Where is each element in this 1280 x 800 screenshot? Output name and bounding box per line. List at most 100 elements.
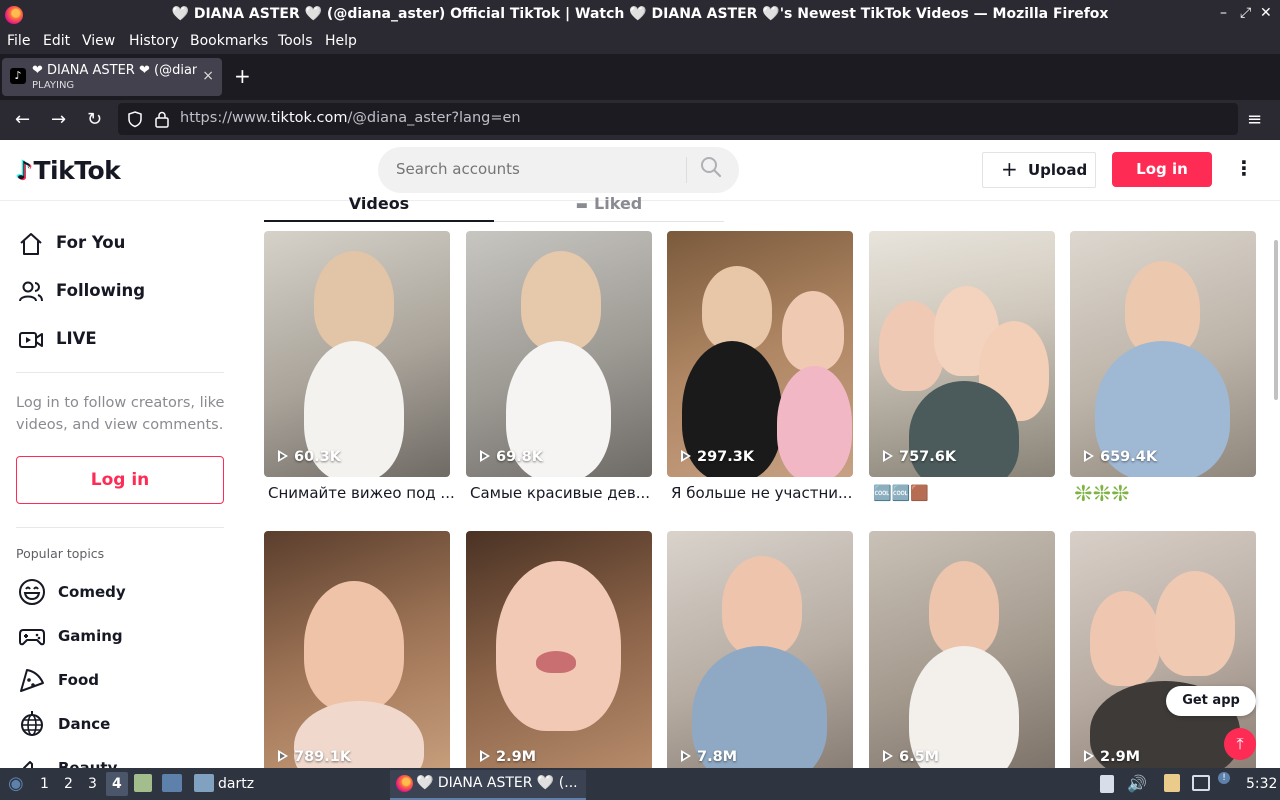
video-card[interactable]: 757.6K	[869, 231, 1055, 477]
maximize-button[interactable]: ⤢	[1240, 5, 1251, 21]
video-card[interactable]: 297.3K	[667, 231, 853, 477]
page-scrollbar[interactable]	[1274, 240, 1278, 400]
gamepad-icon	[19, 629, 45, 646]
tiktok-note-icon: ♪	[16, 156, 32, 185]
video-thumbnail	[722, 556, 802, 656]
video-card[interactable]: 69.8K	[466, 231, 652, 477]
tiktok-favicon-icon: ♪	[10, 68, 26, 84]
video-caption[interactable]: Снимайте вижео под ...	[268, 484, 454, 502]
play-icon	[883, 750, 893, 762]
plus-icon: +	[1001, 157, 1018, 181]
folder-icon	[194, 774, 214, 792]
video-thumbnail	[929, 561, 999, 656]
shield-icon[interactable]	[126, 110, 144, 128]
more-options-icon[interactable]: ⋮	[1234, 156, 1254, 180]
video-card[interactable]: 60.3K	[264, 231, 450, 477]
hamburger-menu-icon[interactable]: ≡	[1247, 109, 1262, 130]
video-card[interactable]: 6.5M	[869, 531, 1055, 777]
search-divider	[686, 157, 687, 183]
workspace-2[interactable]: 2	[64, 776, 73, 792]
get-app-button[interactable]: Get app	[1166, 686, 1256, 716]
header-login-button[interactable]: Log in	[1112, 152, 1212, 187]
video-thumbnail	[702, 266, 772, 351]
sidebar-item-label: LIVE	[56, 329, 97, 348]
notes-icon[interactable]	[1164, 774, 1180, 792]
back-icon[interactable]: ←	[15, 109, 30, 130]
video-card[interactable]: 2.9M	[466, 531, 652, 777]
tiktok-logo[interactable]: ♪TikTok	[16, 156, 121, 185]
video-thumbnail	[536, 651, 576, 673]
play-icon	[681, 450, 691, 462]
clock: 5:32	[1246, 776, 1278, 792]
close-window-button[interactable]: ✕	[1260, 5, 1272, 21]
menu-bookmarks[interactable]: Bookmarks	[190, 33, 268, 49]
video-card[interactable]: 789.1K	[264, 531, 450, 777]
search-input[interactable]	[394, 159, 678, 179]
menu-bar: File Edit View History Bookmarks Tools H…	[0, 30, 1280, 54]
menu-help[interactable]: Help	[325, 33, 357, 49]
video-caption[interactable]: Я больше не участни...	[671, 484, 857, 502]
url-text[interactable]: https://www.tiktok.com/@diana_aster?lang…	[180, 110, 521, 126]
window-titlebar: 🤍 DIANA ASTER 🤍 (@diana_aster) Official …	[0, 0, 1280, 30]
file-manager-icon[interactable]	[134, 774, 152, 792]
workspace-1[interactable]: 1	[40, 776, 49, 792]
view-count: 789.1K	[278, 749, 351, 765]
tab-strip: ♪ ❤ DIANA ASTER ❤ (@diana_aster) PLAYING…	[0, 54, 1280, 100]
minimize-button[interactable]: –	[1220, 5, 1227, 21]
forward-icon[interactable]: →	[51, 109, 66, 130]
upload-button[interactable]: + Upload	[982, 152, 1096, 188]
workspace-4[interactable]: 4	[112, 776, 122, 792]
notification-icon[interactable]: !	[1218, 772, 1230, 784]
desktop-icon[interactable]	[162, 774, 182, 792]
firefox-icon	[396, 775, 413, 792]
menu-tools[interactable]: Tools	[278, 33, 313, 49]
menu-history[interactable]: History	[129, 33, 179, 49]
tab-liked[interactable]: ▬ Liked	[494, 194, 724, 213]
play-icon	[681, 750, 691, 762]
menu-edit[interactable]: Edit	[43, 33, 70, 49]
clipboard-icon[interactable]	[1100, 775, 1114, 793]
folder-dartz[interactable]: dartz	[218, 776, 254, 792]
video-caption[interactable]: 🆒🆒🟫	[873, 484, 1059, 502]
menu-view[interactable]: View	[82, 33, 115, 49]
start-menu-icon[interactable]: ◉	[8, 773, 24, 794]
play-icon	[1084, 750, 1094, 762]
tab-divider	[494, 221, 724, 222]
users-icon	[19, 281, 43, 302]
topic-label: Food	[58, 671, 99, 689]
view-count: 297.3K	[681, 449, 754, 465]
search-box	[378, 147, 739, 193]
sidebar-divider	[16, 372, 224, 373]
topic-label: Gaming	[58, 627, 123, 645]
video-card[interactable]: 7.8M	[667, 531, 853, 777]
url-bar[interactable]: https://www.tiktok.com/@diana_aster?lang…	[118, 103, 1238, 135]
play-icon	[480, 450, 490, 462]
display-icon[interactable]	[1192, 775, 1210, 791]
search-icon[interactable]	[700, 156, 722, 178]
video-thumbnail	[777, 366, 852, 477]
upload-label: Upload	[1028, 161, 1088, 179]
play-icon	[278, 450, 288, 462]
scroll-to-top-icon[interactable]: ⤒	[1224, 728, 1256, 760]
sidebar-item-label: Following	[56, 281, 146, 300]
tab-close-icon[interactable]: ×	[202, 68, 214, 84]
video-card[interactable]: 659.4K	[1070, 231, 1256, 477]
tab-videos[interactable]: Videos	[264, 194, 494, 213]
browser-tab[interactable]: ♪ ❤ DIANA ASTER ❤ (@diana_aster) PLAYING…	[2, 58, 222, 96]
volume-icon[interactable]: 🔊	[1127, 774, 1147, 793]
video-thumbnail	[782, 291, 844, 371]
new-tab-button[interactable]: +	[234, 64, 251, 88]
tab-title: ❤ DIANA ASTER ❤ (@diana_aster)	[32, 63, 197, 78]
topic-label: Dance	[58, 715, 111, 733]
reload-icon[interactable]: ↻	[87, 109, 102, 130]
video-caption[interactable]: ❇️❇️❇️	[1074, 484, 1260, 502]
workspace-3[interactable]: 3	[88, 776, 97, 792]
play-icon	[278, 750, 288, 762]
sidebar-login-button[interactable]: Log in	[16, 456, 224, 504]
lock-icon[interactable]	[154, 110, 170, 128]
video-thumbnail	[521, 251, 601, 351]
video-caption[interactable]: Самые красивые дев...	[470, 484, 656, 502]
taskbar-firefox-app[interactable]: 🤍 DIANA ASTER 🤍 (...	[390, 770, 586, 800]
menu-file[interactable]: File	[7, 33, 30, 49]
login-hint-text: Log in to follow creators, like videos, …	[16, 395, 225, 433]
